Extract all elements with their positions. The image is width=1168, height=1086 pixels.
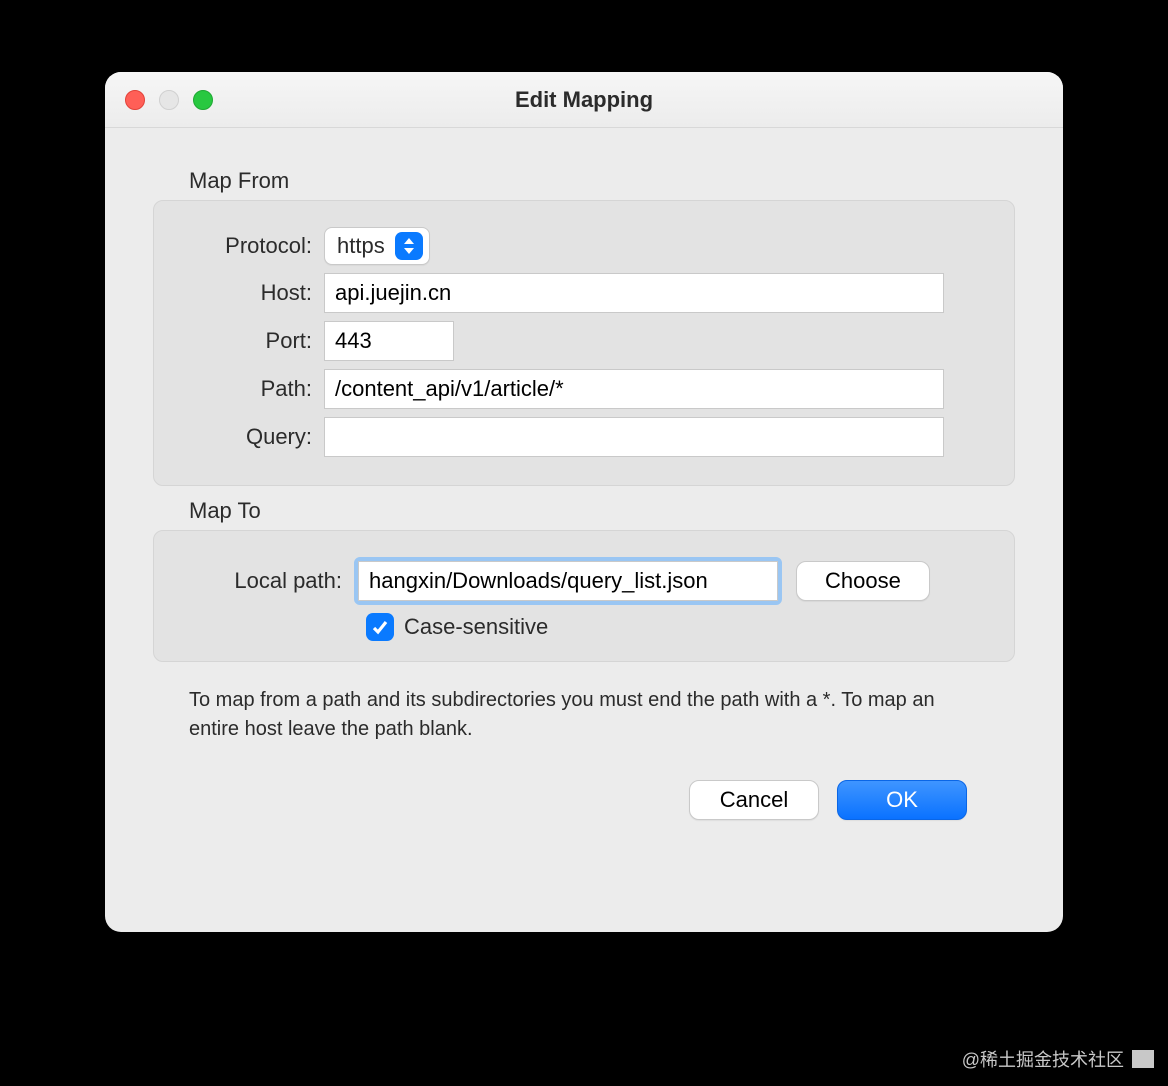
watermark: @稀土掘金技术社区 [962,1046,1154,1072]
close-icon[interactable] [125,90,145,110]
port-row: Port: [174,321,994,361]
map-to-group: Local path: Choose Case-sensitive [153,530,1015,662]
protocol-select[interactable]: https [324,227,430,265]
port-label: Port: [174,328,324,354]
local-path-focus-ring [354,557,782,605]
cancel-button[interactable]: Cancel [689,780,819,820]
query-input[interactable] [324,417,944,457]
watermark-text: @稀土掘金技术社区 [962,1046,1124,1072]
dialog-footer: Cancel OK [153,744,1015,820]
host-row: Host: [174,273,994,313]
host-input[interactable] [324,273,944,313]
zoom-icon[interactable] [193,90,213,110]
minimize-icon [159,90,179,110]
query-row: Query: [174,417,994,457]
map-to-label: Map To [189,498,1015,524]
host-label: Host: [174,280,324,306]
choose-button[interactable]: Choose [796,561,930,601]
dialog-body: Map From Protocol: https Host: Port: [105,128,1063,840]
path-input[interactable] [324,369,944,409]
local-path-row: Local path: Choose [174,557,994,605]
local-path-label: Local path: [174,568,354,594]
titlebar: Edit Mapping [105,72,1063,128]
local-path-input[interactable] [358,561,778,601]
map-from-label: Map From [189,168,1015,194]
ok-button[interactable]: OK [837,780,967,820]
path-label: Path: [174,376,324,402]
hint-text: To map from a path and its subdirectorie… [189,686,979,744]
case-sensitive-row: Case-sensitive [366,613,994,641]
port-input[interactable] [324,321,454,361]
map-from-group: Protocol: https Host: Port: Path: [153,200,1015,486]
watermark-icon [1132,1050,1154,1068]
protocol-label: Protocol: [174,233,324,259]
case-sensitive-checkbox[interactable] [366,613,394,641]
dialog-window: Edit Mapping Map From Protocol: https Ho… [105,72,1063,932]
protocol-row: Protocol: https [174,227,994,265]
traffic-lights [125,90,213,110]
window-title: Edit Mapping [515,87,653,113]
query-label: Query: [174,424,324,450]
protocol-value: https [337,233,395,259]
chevron-up-down-icon [395,232,423,260]
path-row: Path: [174,369,994,409]
case-sensitive-label: Case-sensitive [404,614,548,640]
